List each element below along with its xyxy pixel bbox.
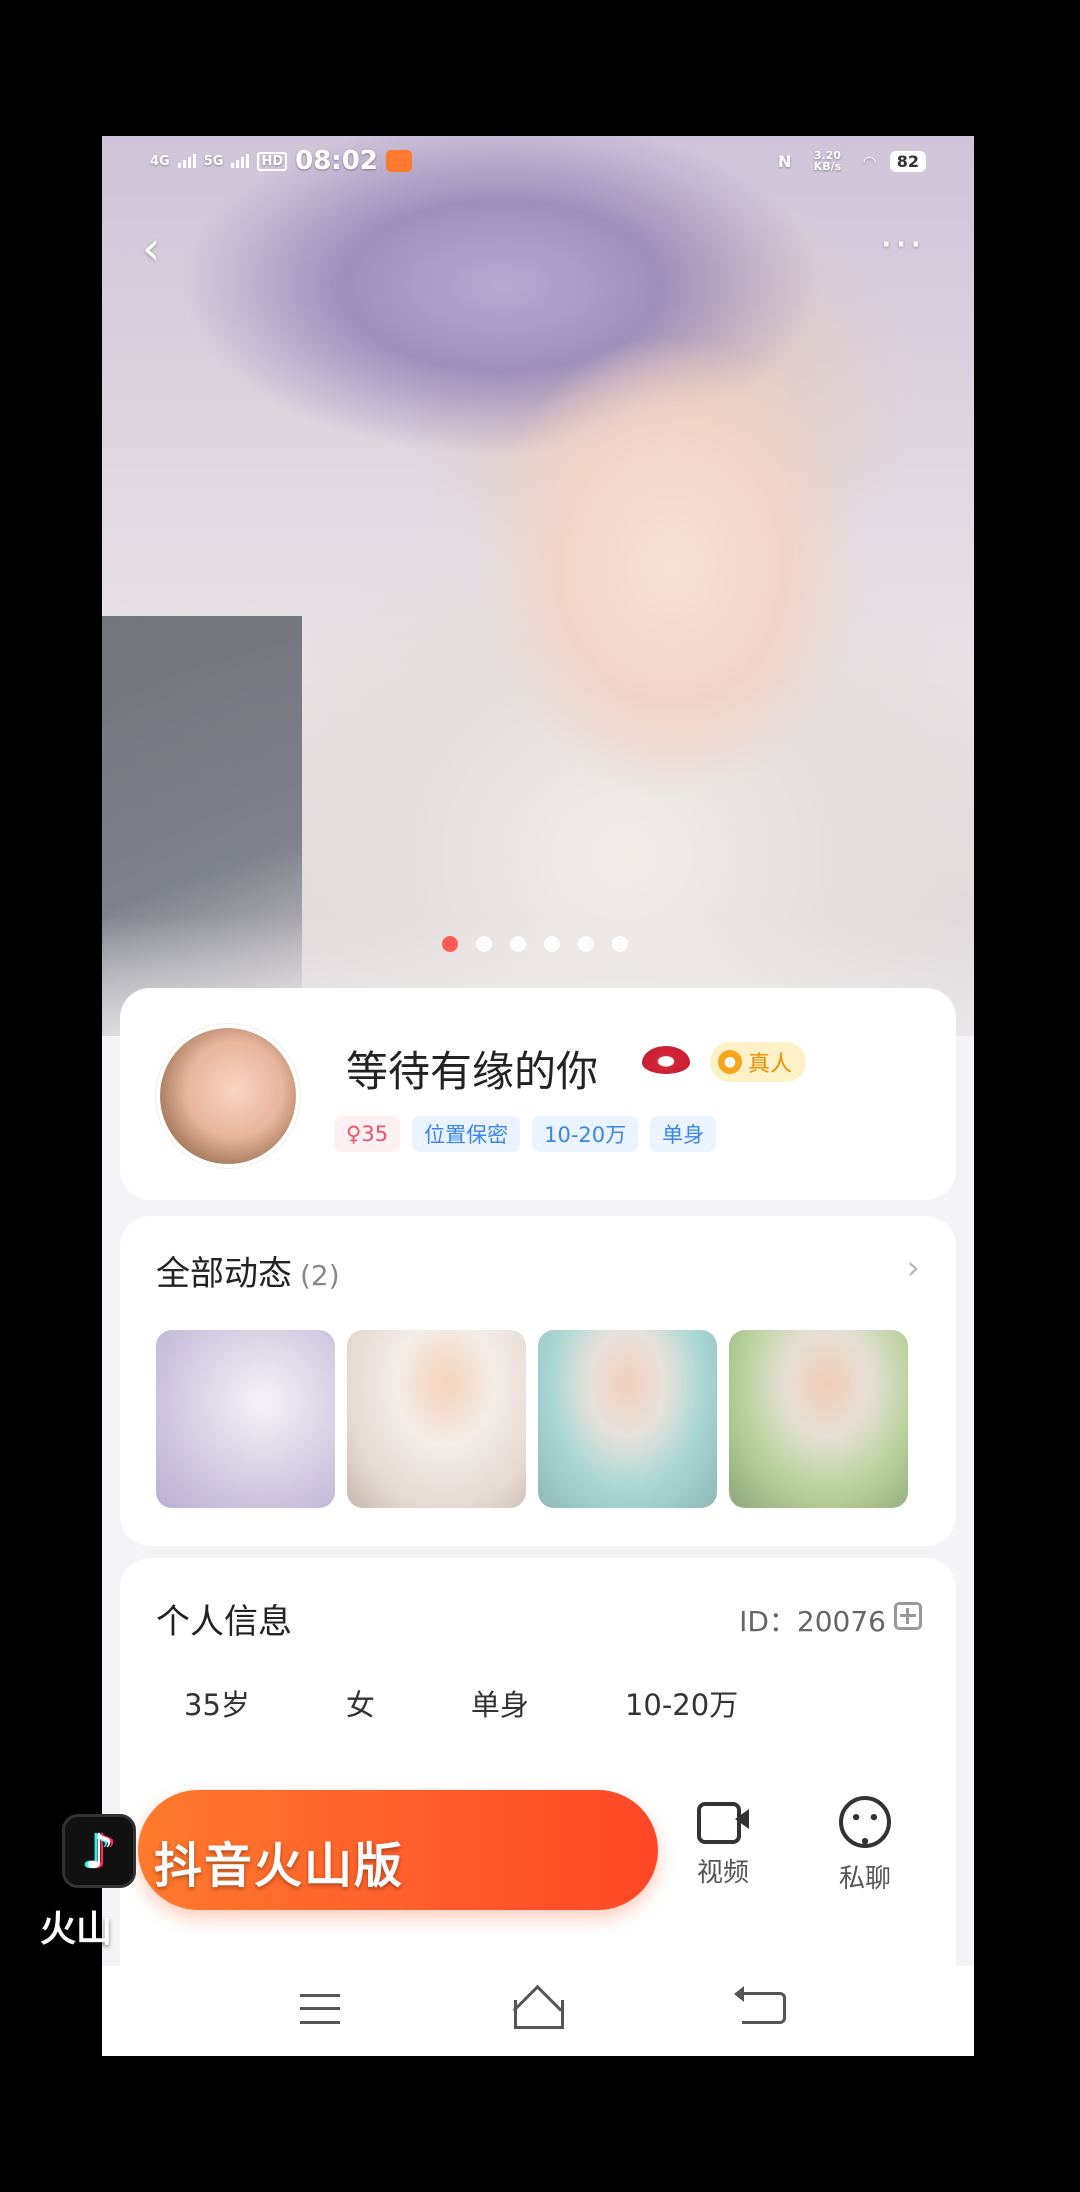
chat-icon [839,1796,891,1855]
verified-label: 真人 [748,1052,793,1077]
info-income: 10-20万 [624,1688,739,1722]
moment-thumbnail[interactable] [156,1330,335,1508]
moment-thumbnail[interactable] [729,1330,908,1508]
chevron-right-icon[interactable]: › [906,1248,920,1288]
verified-badge: ● 真人 [710,1042,807,1082]
lips-icon [642,1046,690,1074]
moments-title-text: 全部动态 [156,1254,292,1294]
avatar[interactable] [156,1024,300,1168]
page-dot [612,936,628,952]
signal-icon-2 [231,154,250,168]
signal-icon-1 [177,154,196,168]
tag-income: 10-20万 [532,1116,639,1152]
video-button[interactable]: 视频 [678,1796,768,1889]
video-label: 视频 [696,1858,749,1888]
page-dot [578,936,594,952]
copy-icon[interactable] [894,1602,922,1630]
moments-count: (2) [300,1259,340,1292]
wifi-icon: ◠ [863,151,876,171]
watermark-text: 抖音火山版 [154,1838,405,1894]
moment-thumbnail[interactable] [347,1330,526,1508]
moments-thumbnails [156,1330,908,1508]
back-nav-icon[interactable] [734,1986,786,2024]
app-notification-icon [385,150,412,172]
profile-card: 等待有缘的你 ● 真人 ♀35 位置保密 10-20万 单身 [120,988,956,1200]
page-dot [544,936,560,952]
tag-marital: 单身 [650,1116,717,1152]
douyin-logo-icon: ♪ [62,1814,136,1888]
menu-icon[interactable] [300,1994,340,2024]
profile-photo[interactable]: 4G 5G HD 08:02 N 3.20 KB/s ◠ 82 ‹ ··· [102,136,974,1036]
info-marital: 单身 [470,1688,529,1722]
home-icon[interactable] [508,1988,564,2029]
moment-thumbnail[interactable] [538,1330,717,1508]
page-dot [442,936,458,952]
verified-icon: ● [718,1050,742,1074]
watermark-sub: 火山 [40,1909,113,1950]
video-icon [695,1796,751,1844]
chat-label: 私聊 [838,1864,891,1894]
info-age: 35岁 [184,1688,250,1722]
chat-button[interactable]: 私聊 [820,1796,910,1895]
net-speed: 3.20 KB/s [813,149,842,173]
user-id: ID：20076 [739,1605,886,1638]
moments-section[interactable]: 全部动态 (2) › [120,1216,956,1546]
nfc-icon: N [778,151,792,171]
moments-title: 全部动态 (2) [156,1246,340,1295]
hd-icon: HD [257,151,288,171]
network-2: 5G [203,153,224,169]
info-gender: 女 [345,1688,375,1722]
tag-age: ♀35 [334,1116,401,1152]
info-items: 35岁 女 单身 10-20万 [184,1682,738,1724]
page-dot [476,936,492,952]
page-dot [510,936,526,952]
back-icon[interactable]: ‹ [142,224,190,272]
info-title: 个人信息 [156,1602,292,1642]
tag-location: 位置保密 [412,1116,521,1152]
system-nav-bar [102,1966,974,2056]
status-bar: 4G 5G HD 08:02 N 3.20 KB/s ◠ 82 [102,136,974,186]
more-icon[interactable]: ··· [880,225,940,265]
network-1: 4G [150,153,170,169]
nickname: 等待有缘的你 [346,1047,599,1096]
clock: 08:02 [295,146,378,176]
battery-icon: 82 [889,150,926,172]
photo-pagination [442,936,628,952]
phone-screen: 4G 5G HD 08:02 N 3.20 KB/s ◠ 82 ‹ ··· 等待… [102,136,974,2056]
logo-glyph: ♪ [83,1824,115,1880]
profile-tags: ♀35 位置保密 10-20万 单身 [334,1116,717,1152]
